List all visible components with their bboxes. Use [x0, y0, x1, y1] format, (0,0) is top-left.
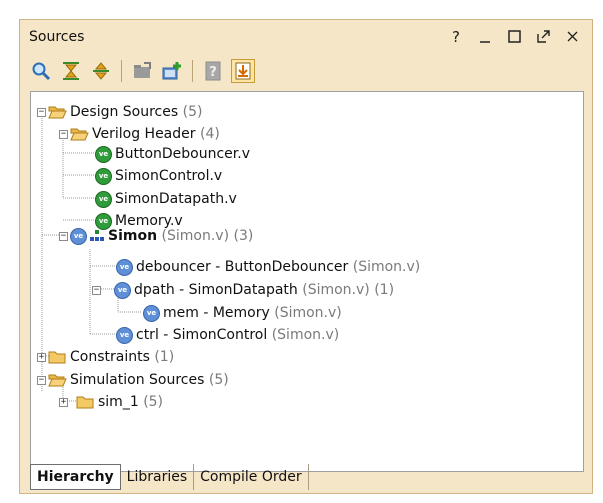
folder-closed-icon [48, 351, 66, 364]
tab-compile-order[interactable]: Compile Order [194, 464, 309, 490]
node-count: (3) [233, 228, 254, 244]
add-sources-disabled-icon [134, 62, 151, 78]
tree-node-instance-mem[interactable]: ve mem - Memory (Simon.v) [143, 302, 342, 324]
node-label: Simulation Sources [70, 372, 205, 388]
minimize-icon [480, 40, 490, 43]
tree-node-constraints[interactable]: + Constraints (1) [37, 346, 174, 368]
help-button[interactable]: ? [446, 27, 466, 47]
help-disabled-icon: ? [205, 61, 221, 81]
panel-title: Sources [29, 28, 85, 45]
node-count: (1) [154, 349, 175, 365]
tree-node-verilog-header[interactable]: − Verilog Header (4) [59, 123, 220, 145]
node-label: dpath - SimonDatapath [134, 282, 298, 298]
hierarchy-top-icon [90, 230, 104, 241]
expand-toggle[interactable]: + [59, 397, 68, 407]
minimize-button[interactable] [475, 27, 495, 47]
panel-titlebar: Sources ? [20, 20, 592, 53]
node-count: (5) [208, 372, 229, 388]
collapse-toggle[interactable]: − [59, 231, 68, 241]
tree-node-sim-1[interactable]: + sim_1 (5) [59, 391, 163, 413]
node-label: debouncer - ButtonDebouncer [136, 259, 349, 275]
node-source: (Simon.v) [302, 282, 370, 298]
node-label: Design Sources [70, 104, 179, 120]
close-icon [567, 31, 577, 42]
tree-node-file[interactable]: ve ButtonDebouncer.v [95, 143, 250, 165]
verilog-module-icon: ve [116, 258, 133, 276]
node-label: ctrl - SimonControl [136, 327, 268, 343]
sources-toolbar: ? [20, 53, 592, 89]
add-sources-button[interactable] [160, 59, 184, 83]
window-controls: ? [446, 27, 582, 47]
verilog-file-icon: ve [95, 145, 112, 163]
maximize-icon [507, 30, 521, 43]
svg-text:?: ? [209, 65, 217, 80]
folder-open-icon [70, 128, 89, 141]
node-label: SimonDatapath.v [115, 191, 237, 207]
tree-node-instance-ctrl[interactable]: ve ctrl - SimonControl (Simon.v) [116, 324, 339, 346]
expand-toggle[interactable]: + [37, 352, 46, 362]
collapse-all-button[interactable] [59, 59, 83, 83]
node-label: Simon [108, 228, 158, 244]
collapse-toggle[interactable]: − [37, 107, 46, 117]
node-label: ButtonDebouncer.v [115, 146, 251, 162]
folder-open-icon [48, 374, 67, 387]
tab-libraries[interactable]: Libraries [121, 464, 195, 490]
help-disabled-button[interactable]: ? [201, 59, 225, 83]
node-source: (Simon.v) [274, 305, 342, 321]
node-source: (Simon.v) [161, 228, 230, 244]
node-source: (Simon.v) [271, 327, 340, 343]
tab-hierarchy[interactable]: Hierarchy [30, 464, 121, 490]
folder-open-icon [48, 106, 67, 119]
sources-tree[interactable]: − Design Sources (5) − Verilog Header (4… [30, 91, 584, 472]
tree-node-instance-dpath[interactable]: − ve dpath - SimonDatapath (Simon.v) (1) [92, 279, 394, 301]
show-hierarchy-icon [235, 62, 251, 80]
tree-node-file[interactable]: ve SimonControl.v [95, 165, 222, 187]
node-count: (1) [374, 282, 395, 298]
collapse-toggle[interactable]: − [37, 375, 46, 385]
verilog-module-icon: ve [116, 326, 133, 344]
close-button[interactable] [562, 27, 582, 47]
node-count: (5) [182, 104, 203, 120]
show-hierarchy-button[interactable] [231, 59, 255, 83]
node-count: (5) [143, 394, 164, 410]
float-button[interactable] [533, 27, 553, 47]
tree-node-instance-debouncer[interactable]: ve debouncer - ButtonDebouncer (Simon.v) [116, 256, 420, 278]
folder-closed-icon [76, 396, 94, 409]
search-icon [32, 62, 51, 81]
tree-node-design-sources[interactable]: − Design Sources (5) [37, 101, 202, 123]
node-label: Verilog Header [92, 126, 196, 142]
maximize-button[interactable] [504, 27, 524, 47]
collapse-toggle[interactable]: − [92, 285, 101, 295]
collapse-toggle[interactable]: − [59, 129, 68, 139]
toolbar-separator [121, 60, 122, 82]
verilog-module-icon: ve [143, 304, 160, 322]
sources-panel: Sources ? ? − Design Sources (5) − Veril… [19, 19, 593, 494]
float-icon [536, 30, 550, 43]
search-button[interactable] [29, 59, 53, 83]
node-source: (Simon.v) [352, 259, 421, 275]
tree-node-top-module[interactable]: − ve Simon (Simon.v) (3) [59, 225, 253, 247]
expand-all-icon [93, 62, 109, 80]
node-label: sim_1 [98, 394, 139, 410]
tree-node-simulation-sources[interactable]: − Simulation Sources (5) [37, 369, 229, 391]
node-count: (4) [199, 126, 220, 142]
node-label: Constraints [70, 349, 150, 365]
verilog-file-icon: ve [95, 167, 112, 185]
verilog-module-icon: ve [70, 227, 87, 245]
node-label: SimonControl.v [115, 168, 223, 184]
expand-all-button[interactable] [89, 59, 113, 83]
add-sources-icon [162, 62, 181, 80]
sources-view-tabs: Hierarchy Libraries Compile Order [30, 464, 309, 490]
toolbar-separator [192, 60, 193, 82]
node-label: mem - Memory [163, 305, 270, 321]
add-sources-disabled-button[interactable] [130, 59, 154, 83]
collapse-all-icon [63, 62, 79, 80]
verilog-file-icon: ve [95, 190, 112, 208]
verilog-module-icon: ve [114, 281, 131, 299]
tree-node-file[interactable]: ve SimonDatapath.v [95, 188, 237, 210]
